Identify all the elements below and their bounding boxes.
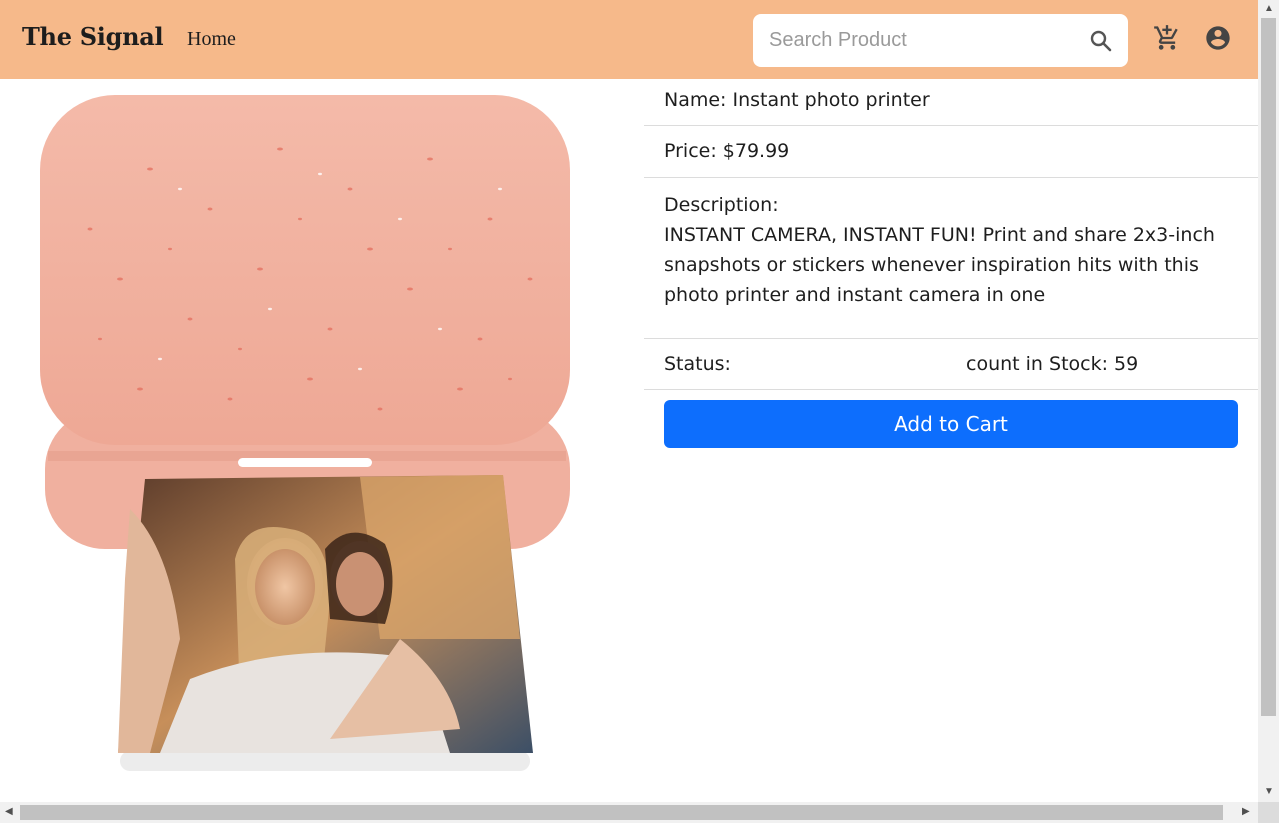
scroll-up-arrow-icon[interactable]: ▲ (1264, 3, 1274, 15)
account-circle-icon[interactable] (1204, 24, 1232, 52)
description-label: Description: (664, 194, 779, 216)
product-name: Name: Instant photo printer (644, 79, 1258, 126)
scrollbar-corner (1258, 802, 1279, 823)
stock-count: count in Stock: 59 (966, 353, 1139, 375)
horizontal-scrollbar-thumb[interactable] (20, 805, 1223, 820)
scroll-right-arrow-icon[interactable]: ▶ (1242, 806, 1250, 818)
brand-logo[interactable]: The Signal (22, 22, 164, 51)
scroll-down-arrow-icon[interactable]: ▼ (1264, 786, 1274, 798)
add-to-cart-button[interactable]: Add to Cart (664, 400, 1238, 448)
nav-link-home[interactable]: Home (187, 28, 236, 51)
search-icon[interactable] (1089, 29, 1113, 53)
navbar: The Signal Home (0, 0, 1258, 79)
product-price: Price: $79.99 (644, 126, 1258, 178)
search-input[interactable] (753, 14, 1073, 67)
search-box (753, 14, 1128, 67)
product-description: Description: INSTANT CAMERA, INSTANT FUN… (644, 178, 1258, 339)
scroll-left-arrow-icon[interactable]: ◀ (5, 806, 13, 818)
vertical-scrollbar-thumb[interactable] (1261, 18, 1276, 716)
status-label: Status: (664, 353, 731, 375)
add-to-cart-icon[interactable] (1153, 24, 1181, 52)
vertical-scrollbar[interactable]: ▲ ▼ (1258, 0, 1279, 802)
horizontal-scrollbar[interactable]: ◀ ▶ (0, 802, 1258, 823)
stock-status-row: Status: count in Stock: 59 (644, 339, 1258, 390)
product-details: Name: Instant photo printer Price: $79.9… (644, 79, 1258, 448)
description-text: INSTANT CAMERA, INSTANT FUN! Print and s… (664, 224, 1215, 306)
product-image (40, 95, 570, 771)
